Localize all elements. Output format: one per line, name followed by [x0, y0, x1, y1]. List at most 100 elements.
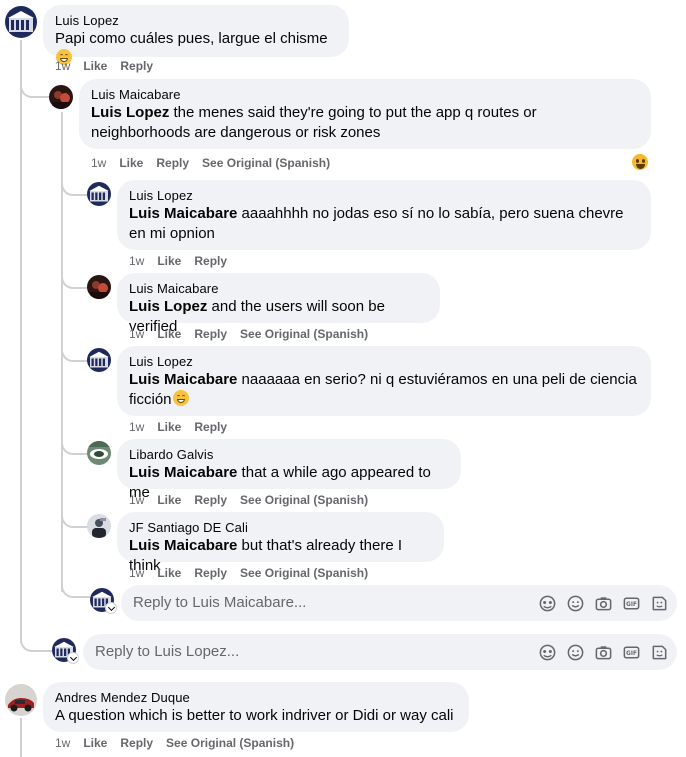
like-button[interactable]: Like — [119, 156, 143, 170]
comment-time[interactable]: 1w — [129, 566, 144, 580]
reply-button[interactable]: Reply — [194, 566, 227, 580]
comment-author[interactable]: Luis Lopez — [129, 188, 639, 204]
comment-time[interactable]: 1w — [129, 420, 144, 434]
comment-actions: 1w Like Reply — [129, 419, 240, 435]
emoji-avatar-icon[interactable] — [538, 643, 557, 662]
emoji-avatar-icon[interactable] — [538, 594, 557, 613]
thread-curve-reply-maicabare — [20, 84, 50, 98]
comment-actions: 1w Like Reply — [129, 253, 240, 269]
comment-actions: 1w Like Reply See Original (Spanish) — [55, 735, 307, 751]
thread-line-root — [20, 40, 22, 640]
reply-button[interactable]: Reply — [120, 59, 153, 73]
mention-link[interactable]: Luis Maicabare — [129, 371, 237, 388]
like-button[interactable]: Like — [157, 327, 181, 341]
see-original-link[interactable]: See Original (Spanish) — [240, 327, 368, 341]
like-button[interactable]: Like — [83, 736, 107, 750]
mention-link[interactable]: Luis Maicabare — [129, 464, 237, 481]
see-original-link[interactable]: See Original (Spanish) — [240, 566, 368, 580]
mention-link[interactable]: Luis Lopez — [129, 298, 207, 315]
comment-author[interactable]: Luis Lopez — [55, 13, 337, 29]
thread-curve-nested-reply-box — [61, 580, 90, 598]
reply-button[interactable]: Reply — [194, 420, 227, 434]
comment-actions: 1w Like Reply See Original (Spanish) — [91, 155, 343, 171]
see-original-link[interactable]: See Original (Spanish) — [166, 736, 294, 750]
like-button[interactable]: Like — [157, 493, 181, 507]
comment-body: A question which is better to work indri… — [55, 707, 454, 724]
haha-reaction-icon[interactable] — [631, 153, 649, 171]
svg-text:GIF: GIF — [626, 602, 637, 608]
thread-line-next — [20, 718, 22, 757]
comment-time[interactable]: 1w — [55, 59, 70, 73]
mention-link[interactable]: Luis Maicabare — [129, 537, 237, 554]
reply-button[interactable]: Reply — [120, 736, 153, 750]
svg-text:GIF: GIF — [626, 651, 637, 657]
sticker-icon[interactable] — [650, 643, 669, 662]
comment-author[interactable]: Andres Mendez Duque — [55, 690, 457, 706]
like-button[interactable]: Like — [83, 59, 107, 73]
reply-placeholder: Reply to Luis Lopez... — [95, 643, 240, 660]
reply-button[interactable]: Reply — [194, 493, 227, 507]
reply-toolbar: GIF — [538, 643, 669, 662]
camera-icon[interactable] — [594, 643, 613, 662]
sticker-icon[interactable] — [650, 594, 669, 613]
see-original-link[interactable]: See Original (Spanish) — [202, 156, 330, 170]
gif-icon[interactable]: GIF — [622, 643, 641, 662]
comment-body: Papi como cuáles pues, largue el chisme — [55, 30, 328, 47]
gif-icon[interactable]: GIF — [622, 594, 641, 613]
avatar[interactable] — [87, 275, 111, 299]
comment-bubble: Andres Mendez Duque A question which is … — [43, 682, 469, 732]
thread-curve-nested-2 — [61, 273, 88, 289]
like-button[interactable]: Like — [157, 566, 181, 580]
reply-button[interactable]: Reply — [194, 327, 227, 341]
avatar[interactable] — [49, 85, 73, 109]
comment-time[interactable]: 1w — [129, 493, 144, 507]
comment-author[interactable]: Luis Maicabare — [129, 281, 428, 297]
thread-curve-nested-5 — [61, 512, 88, 528]
comment-text: Luis Lopez the menes said they're going … — [91, 103, 639, 143]
comment-bubble: Luis Lopez Luis Maicabare naaaaaa en ser… — [117, 346, 651, 416]
comment-actions: 1w Like Reply See Original (Spanish) — [129, 565, 381, 581]
avatar[interactable] — [5, 684, 37, 716]
comment-time[interactable]: 1w — [129, 254, 144, 268]
comment-text: A question which is better to work indri… — [55, 706, 457, 726]
comment-bubble: Luis Maicabare Luis Lopez the menes said… — [79, 79, 651, 149]
comment-time[interactable]: 1w — [129, 327, 144, 341]
avatar[interactable] — [87, 348, 111, 372]
camera-icon[interactable] — [594, 594, 613, 613]
reply-toolbar: GIF — [538, 594, 669, 613]
comment-actions: 1w Like Reply See Original (Spanish) — [129, 326, 381, 342]
comment-time[interactable]: 1w — [55, 736, 70, 750]
avatar[interactable] — [87, 514, 111, 538]
like-button[interactable]: Like — [157, 254, 181, 268]
comment-bubble: Luis Lopez Luis Maicabare aaaahhhh no jo… — [117, 180, 651, 250]
comment-text: Luis Maicabare naaaaaa en serio? ni q es… — [129, 370, 639, 410]
avatar[interactable] — [87, 441, 111, 465]
thread-curve-nested-1 — [61, 180, 88, 196]
comment-author[interactable]: JF Santiago DE Cali — [129, 520, 432, 536]
comment-author[interactable]: Luis Lopez — [129, 354, 639, 370]
smiley-icon[interactable] — [566, 594, 585, 613]
comment-actions: 1w Like Reply See Original (Spanish) — [129, 492, 381, 508]
thread-curve-nested-3 — [61, 346, 88, 362]
comment-author[interactable]: Luis Maicabare — [91, 87, 639, 103]
avatar[interactable] — [5, 6, 37, 38]
see-original-link[interactable]: See Original (Spanish) — [240, 493, 368, 507]
reply-button[interactable]: Reply — [156, 156, 189, 170]
like-button[interactable]: Like — [157, 420, 181, 434]
comment-text: Luis Maicabare aaaahhhh no jodas eso sí … — [129, 204, 639, 244]
smiley-icon[interactable] — [566, 643, 585, 662]
reply-input-lopez[interactable]: Reply to Luis Lopez... GIF — [83, 634, 677, 670]
mention-link[interactable]: Luis Lopez — [91, 104, 169, 121]
comment-time[interactable]: 1w — [91, 156, 106, 170]
comment-bubble: Luis Lopez Papi como cuáles pues, largue… — [43, 5, 349, 65]
chevron-down-icon[interactable] — [67, 652, 79, 664]
reply-input-maicabare[interactable]: Reply to Luis Maicabare... GIF — [121, 585, 677, 621]
mention-link[interactable]: Luis Maicabare — [129, 205, 237, 222]
comment-bubble: JF Santiago DE Cali Luis Maicabare but t… — [117, 512, 444, 574]
avatar[interactable] — [87, 182, 111, 206]
chevron-down-icon[interactable] — [105, 602, 117, 614]
reply-button[interactable]: Reply — [194, 254, 227, 268]
comment-author[interactable]: Libardo Galvis — [129, 447, 449, 463]
reply-placeholder: Reply to Luis Maicabare... — [133, 594, 307, 611]
grinning-emoji-icon — [172, 390, 189, 406]
